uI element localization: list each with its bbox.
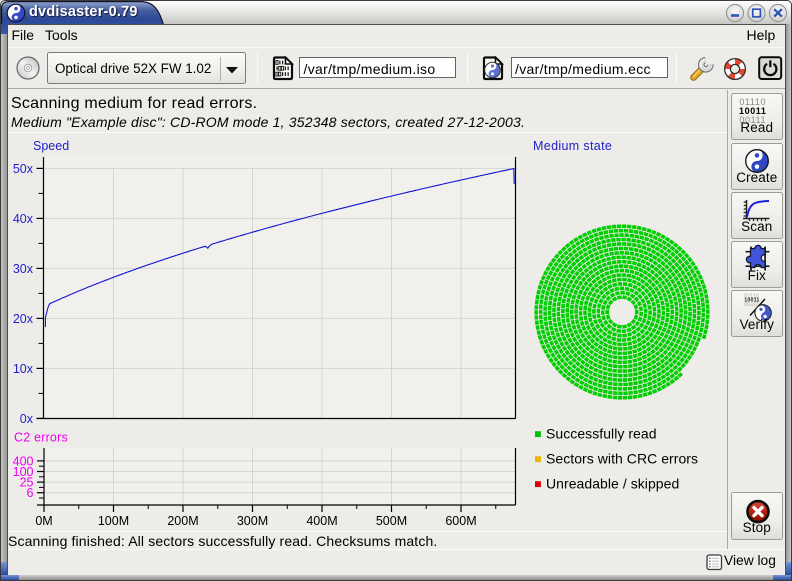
svg-text:0M: 0M (35, 514, 52, 528)
svg-text:100M: 100M (98, 514, 129, 528)
svg-text:20x: 20x (13, 312, 34, 326)
svg-text:300M: 300M (237, 514, 268, 528)
svg-text:Sectors with CRC errors: Sectors with CRC errors (546, 450, 698, 466)
svg-text:Medium state: Medium state (533, 139, 612, 153)
svg-text:Speed: Speed (33, 139, 69, 153)
svg-text:0x: 0x (20, 412, 34, 426)
svg-text:400M: 400M (306, 514, 337, 528)
svg-text:40x: 40x (13, 212, 34, 226)
svg-text:200M: 200M (167, 514, 198, 528)
svg-text:10x: 10x (13, 362, 34, 376)
svg-text:6: 6 (27, 486, 34, 500)
svg-text:Successfully read: Successfully read (546, 425, 657, 441)
svg-text:50x: 50x (13, 162, 34, 176)
svg-text:500M: 500M (376, 514, 407, 528)
svg-text:C2 errors: C2 errors (14, 431, 68, 445)
svg-text:Unreadable / skipped: Unreadable / skipped (546, 475, 679, 491)
svg-text:600M: 600M (445, 514, 476, 528)
svg-text:30x: 30x (13, 262, 34, 276)
